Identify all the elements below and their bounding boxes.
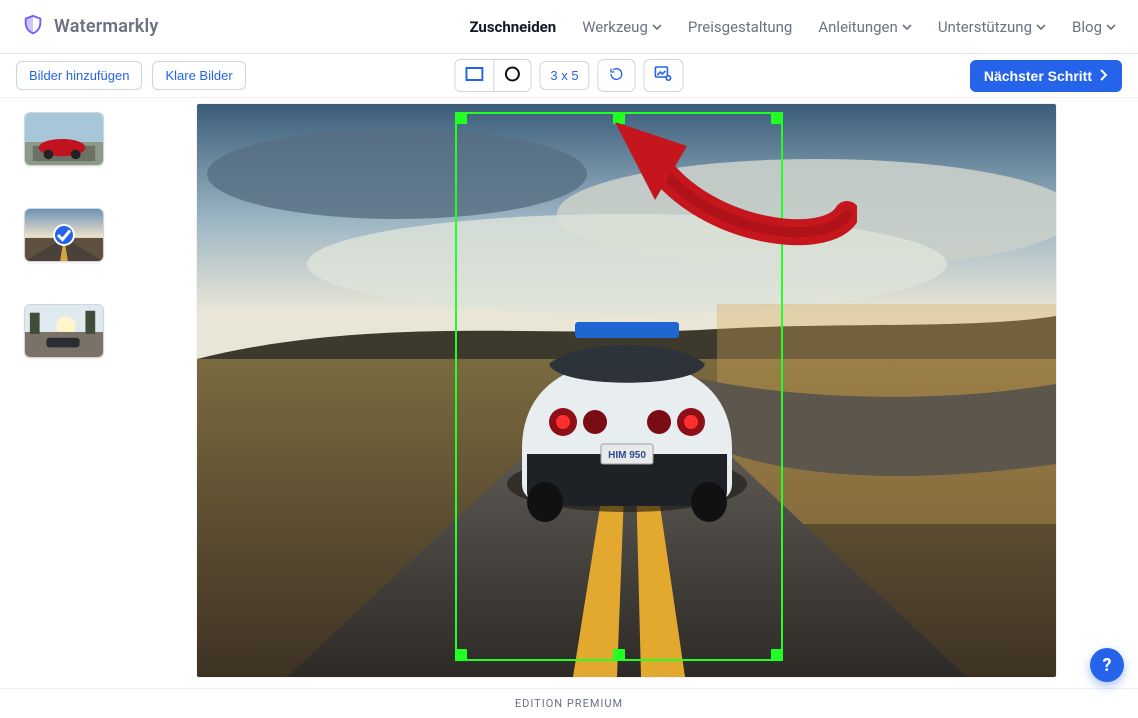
crop-shape-segment (454, 59, 531, 92)
editor-toolbar: Bilder hinzufügen Klare Bilder 3 x 5 Näc… (0, 54, 1138, 98)
thumb-road-sunset[interactable] (24, 208, 104, 262)
aspect-ratio-button[interactable]: 3 x 5 (539, 61, 589, 90)
rotate-button[interactable] (598, 59, 636, 92)
thumbnail-strip (24, 112, 104, 358)
chevron-down-icon (1036, 22, 1046, 32)
image-preset-button[interactable] (644, 59, 684, 92)
main-nav: Zuschneiden Werkzeug Preisgestaltung Anl… (469, 18, 1116, 36)
shield-logo-icon (22, 14, 44, 40)
toolbar-left: Bilder hinzufügen Klare Bilder (16, 61, 246, 90)
nav-werkzeug[interactable]: Werkzeug (582, 18, 662, 36)
thumb-red-sportscar[interactable] (24, 112, 104, 166)
svg-text:HIM 950: HIM 950 (608, 450, 646, 461)
app-header: Watermarkly Zuschneiden Werkzeug Preisge… (0, 0, 1138, 54)
clear-images-button[interactable]: Klare Bilder (152, 61, 245, 90)
rectangle-icon (465, 67, 483, 84)
circle-icon (504, 66, 520, 85)
chevron-down-icon (652, 22, 662, 32)
help-button[interactable]: ? (1090, 648, 1124, 682)
selected-check-icon (53, 224, 75, 246)
edition-label: EDITION PREMIUM (515, 697, 623, 710)
nav-unterstuetzung[interactable]: Unterstützung (938, 18, 1046, 36)
nav-zuschneiden[interactable]: Zuschneiden (469, 18, 556, 36)
nav-preisgestaltung[interactable]: Preisgestaltung (688, 18, 792, 36)
image-preset-icon (655, 66, 673, 85)
thumb-parked-car-sun[interactable] (24, 304, 104, 358)
canvas[interactable]: HIM 950 (197, 104, 1056, 677)
brand[interactable]: Watermarkly (22, 14, 159, 40)
brand-name: Watermarkly (54, 16, 159, 37)
chevron-down-icon (902, 22, 912, 32)
crop-shape-circle[interactable] (493, 60, 530, 91)
nav-anleitungen[interactable]: Anleitungen (818, 18, 911, 36)
toolbar-center: 3 x 5 (454, 59, 683, 92)
crop-shape-rectangle[interactable] (455, 60, 493, 91)
next-step-button[interactable]: Nächster Schritt (970, 60, 1122, 92)
nav-blog[interactable]: Blog (1072, 18, 1116, 36)
chevron-down-icon (1106, 22, 1116, 32)
rotate-ccw-icon (609, 66, 625, 85)
workspace: HIM 950 ? (0, 98, 1138, 688)
chevron-right-icon (1098, 68, 1108, 84)
add-images-button[interactable]: Bilder hinzufügen (16, 61, 142, 90)
toolbar-right: Nächster Schritt (970, 60, 1122, 92)
footer: EDITION PREMIUM (0, 688, 1138, 718)
canvas-image: HIM 950 (197, 104, 1056, 677)
